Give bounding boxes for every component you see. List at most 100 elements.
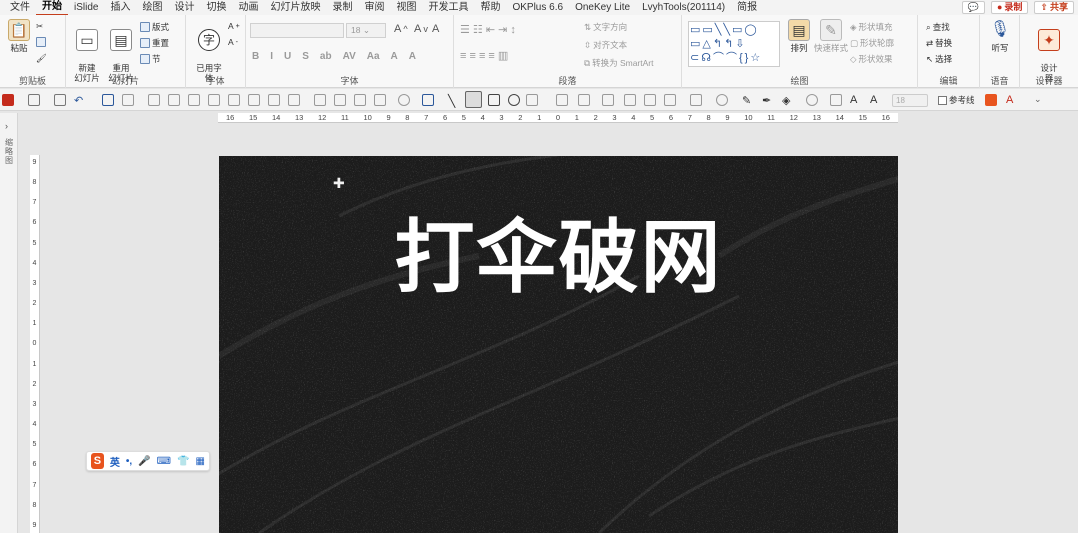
- shape-outline-button[interactable]: ▢ 形状轮廓: [850, 37, 894, 49]
- fill-bucket-icon[interactable]: ◈: [782, 94, 794, 107]
- shape-style-icon[interactable]: [526, 94, 538, 106]
- copy-button[interactable]: [36, 37, 46, 47]
- tab-1[interactable]: 开始: [36, 0, 68, 16]
- quick-styles-button[interactable]: ✎ 快速样式: [814, 19, 848, 53]
- align-right-icon[interactable]: [228, 94, 240, 106]
- dictate-button[interactable]: 🎙 听写: [983, 19, 1017, 54]
- format-painter-button[interactable]: 🖌: [36, 53, 47, 64]
- distribute-v-icon[interactable]: [288, 94, 300, 106]
- undo-icon[interactable]: ↶: [74, 94, 86, 107]
- picture-frame-icon[interactable]: [664, 94, 676, 106]
- align-top-icon[interactable]: [168, 94, 180, 106]
- color-fill-icon[interactable]: [2, 94, 14, 106]
- reset-button[interactable]: 重置: [140, 37, 169, 49]
- tab-17[interactable]: 简报: [731, 0, 763, 15]
- tab-15[interactable]: OneKey Lite: [569, 0, 636, 15]
- font-style-button-5[interactable]: AV: [343, 51, 356, 62]
- bring-front-icon[interactable]: [354, 94, 366, 106]
- merge-shapes-icon[interactable]: [398, 94, 410, 106]
- tab-4[interactable]: 绘图: [136, 0, 168, 15]
- shape-effects-button[interactable]: ◇ 形状效果: [850, 53, 893, 65]
- thumbnail-pane[interactable]: › 缩略图: [0, 113, 18, 533]
- shape-fill-button[interactable]: ◈ 形状填充: [850, 21, 893, 33]
- font-style-button-1[interactable]: I: [270, 51, 273, 62]
- tab-13[interactable]: 帮助: [474, 0, 506, 15]
- tab-9[interactable]: 录制: [326, 0, 358, 15]
- crop-icon[interactable]: [624, 94, 636, 106]
- smartart-button[interactable]: ⧉ 转换为 SmartArt: [584, 57, 653, 69]
- font-style-button-4[interactable]: ab: [320, 51, 332, 62]
- text-direction-button[interactable]: ⇅ 文字方向: [584, 21, 627, 33]
- ime-punct-icon[interactable]: •,: [126, 456, 132, 467]
- qbar-more-icon[interactable]: ⌄: [1034, 94, 1046, 106]
- font-style-button-2[interactable]: U: [284, 51, 291, 62]
- font-style-button-7[interactable]: A: [391, 51, 398, 62]
- font-size-box[interactable]: 18 ⌄: [346, 23, 386, 38]
- slide-canvas[interactable]: 打伞破网: [219, 156, 898, 533]
- shapes-gallery[interactable]: ▭▭╲╲▭◯ ▭△↰↰⇩ ⊂☊⌒⌒{}☆: [688, 21, 780, 67]
- image-icon[interactable]: [644, 94, 656, 106]
- picture-crop-icon[interactable]: [602, 94, 614, 106]
- font-style-button-0[interactable]: B: [252, 51, 259, 62]
- pen-icon[interactable]: ✒: [762, 94, 774, 107]
- font-name-box[interactable]: [250, 23, 344, 38]
- tab-3[interactable]: 插入: [104, 0, 136, 15]
- rounded-rect-icon[interactable]: [488, 94, 500, 106]
- save-icon[interactable]: [54, 94, 66, 106]
- align-middle-icon[interactable]: [208, 94, 220, 106]
- distribute-h-icon[interactable]: [268, 94, 280, 106]
- share-button[interactable]: ⇪ 共享: [1034, 1, 1074, 14]
- islide-logo-icon[interactable]: [985, 94, 997, 106]
- tab-5[interactable]: 设计: [168, 0, 200, 15]
- group-icon[interactable]: [314, 94, 326, 106]
- slide-title[interactable]: 打伞破网: [219, 208, 898, 308]
- eyedropper-icon[interactable]: ✎: [742, 94, 754, 107]
- align-bottom-icon[interactable]: [248, 94, 260, 106]
- tab-14[interactable]: OKPlus 6.6: [506, 0, 569, 15]
- record-button[interactable]: ● 录制: [990, 1, 1029, 14]
- textbox-icon[interactable]: [830, 94, 842, 106]
- text-grow-icon[interactable]: A: [850, 94, 862, 106]
- font-style-button-8[interactable]: A: [409, 51, 416, 62]
- layout-button[interactable]: 版式: [140, 21, 169, 33]
- align-center-icon[interactable]: [188, 94, 200, 106]
- tab-16[interactable]: LvyhTools(201114): [636, 0, 731, 15]
- shape-icon[interactable]: [28, 94, 40, 106]
- paste-button[interactable]: 📋 粘贴: [2, 19, 36, 53]
- cut-button[interactable]: ✂: [36, 21, 43, 32]
- shape-fill-quick-icon[interactable]: [422, 94, 434, 106]
- ime-grid-icon[interactable]: ▦: [196, 456, 205, 467]
- replace-button[interactable]: ⇄ 替换: [926, 37, 952, 49]
- ime-keyboard-icon[interactable]: ⌨: [157, 456, 171, 467]
- rectangle-tool-icon[interactable]: [465, 91, 482, 108]
- section-button[interactable]: 节: [140, 53, 161, 65]
- font-color-icon[interactable]: A: [1006, 94, 1018, 106]
- clear-format-button[interactable]: A: [432, 23, 439, 35]
- font-style-button-3[interactable]: S: [302, 51, 309, 62]
- toolbar-button-2[interactable]: [122, 94, 134, 106]
- tab-7[interactable]: 动画: [232, 0, 264, 15]
- rotate-icon[interactable]: [806, 94, 818, 106]
- find-button[interactable]: ⌕ 查找: [926, 21, 950, 33]
- font-shrink-button[interactable]: Av: [414, 23, 428, 35]
- send-back-icon[interactable]: [374, 94, 386, 106]
- tab-10[interactable]: 审阅: [358, 0, 390, 15]
- font-grow-button[interactable]: A ^: [394, 23, 408, 35]
- tab-8[interactable]: 幻灯片放映: [264, 0, 326, 15]
- arrange-button[interactable]: ▤ 排列: [782, 19, 816, 53]
- toolbar-button-1[interactable]: [102, 94, 114, 106]
- tab-11[interactable]: 视图: [390, 0, 422, 15]
- tab-2[interactable]: iSlide: [68, 0, 104, 15]
- list-buttons[interactable]: ☰ ☷ ⇤ ⇥ ↕: [460, 23, 516, 36]
- select-button[interactable]: ↖ 选择: [926, 53, 952, 65]
- tab-6[interactable]: 切换: [200, 0, 232, 15]
- qbar-font-size[interactable]: 18: [892, 94, 928, 107]
- ungroup-icon[interactable]: [334, 94, 346, 106]
- edit-points-icon[interactable]: [578, 94, 590, 106]
- ime-skin-icon[interactable]: 👕: [177, 456, 189, 467]
- align-buttons[interactable]: ≡ ≡ ≡ ≡ ▥: [460, 49, 508, 62]
- font-style-button-6[interactable]: Aa: [367, 51, 380, 62]
- expand-arrow-icon[interactable]: ›: [5, 121, 8, 131]
- align-text-button[interactable]: ⇳ 对齐文本: [584, 39, 627, 51]
- resize-icon[interactable]: [690, 94, 702, 106]
